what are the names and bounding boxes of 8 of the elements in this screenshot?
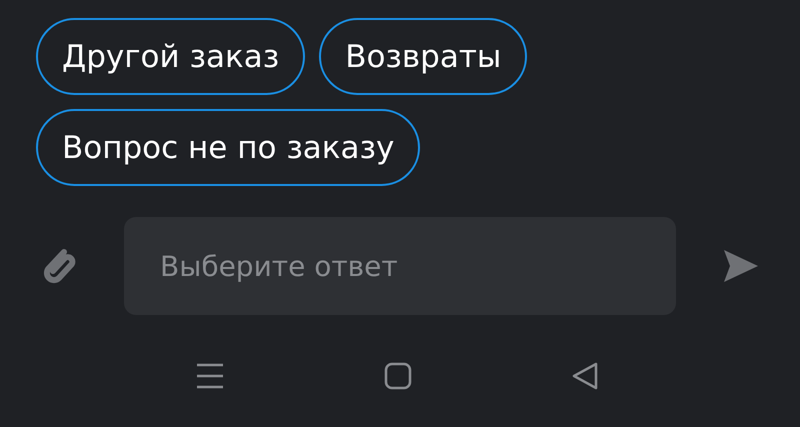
back-icon[interactable] (571, 362, 599, 390)
quick-reply-chip[interactable]: Возвраты (319, 18, 528, 95)
reply-input-field[interactable]: Выберите ответ (124, 217, 676, 315)
quick-reply-chip[interactable]: Другой заказ (36, 18, 306, 95)
home-icon[interactable] (384, 362, 412, 390)
quick-reply-chip[interactable]: Вопрос не по заказу (36, 109, 420, 186)
send-icon[interactable] (722, 248, 760, 284)
menu-icon[interactable] (195, 362, 225, 390)
